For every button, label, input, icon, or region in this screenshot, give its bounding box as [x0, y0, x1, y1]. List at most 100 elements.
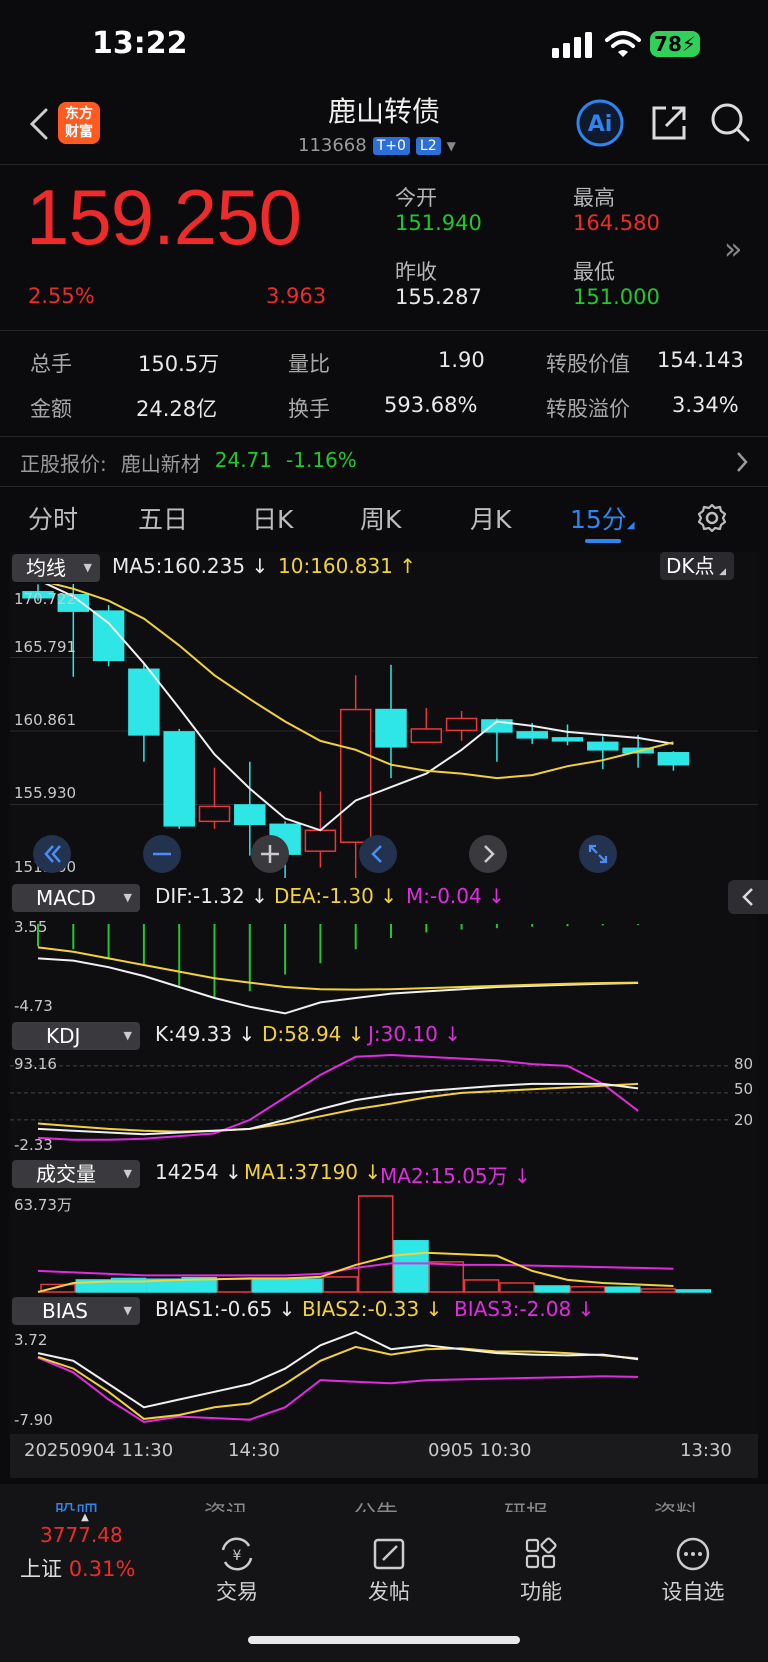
kdj-dropdown[interactable]: KDJ ▼	[12, 1022, 140, 1050]
bias-dropdown[interactable]: BIAS ▼	[12, 1297, 140, 1325]
high-value: 164.580	[573, 211, 660, 235]
prev-close-value: 155.287	[395, 285, 482, 309]
volume-bar	[357, 1195, 394, 1293]
page-title: 鹿山转债	[327, 95, 440, 128]
tab-news[interactable]: 资讯	[204, 1496, 248, 1512]
k-legend: K:49.33 ↓	[155, 1022, 256, 1046]
tab-announcements[interactable]: 公告	[354, 1496, 398, 1512]
active-tab-indicator	[585, 539, 621, 543]
kdj-chart[interactable]	[10, 1052, 758, 1152]
high-label: 最高	[573, 186, 615, 210]
bias-axis-top: 3.72	[14, 1331, 48, 1349]
tab-intraday[interactable]: 分时	[28, 500, 78, 536]
volume-chart[interactable]	[10, 1190, 758, 1294]
post-button[interactable]: 发帖	[334, 1536, 444, 1606]
zoom-out-button[interactable]	[142, 834, 182, 874]
wifi-icon	[605, 31, 641, 57]
candle-body	[375, 708, 407, 748]
trade-icon: ¥	[221, 1537, 253, 1571]
dk-point-button[interactable]: DK点 ◢	[660, 552, 734, 580]
volume-bar	[675, 1289, 712, 1293]
ma-dropdown[interactable]: 均线 ▼	[12, 554, 100, 582]
index-name: 上证	[20, 1557, 62, 1581]
zoom-in-button[interactable]	[250, 834, 290, 874]
tab-reports[interactable]: 研报	[504, 1496, 548, 1512]
underlying-label: 正股报价:	[20, 452, 107, 476]
price-axis-1: 165.791	[14, 638, 77, 656]
scroll-right-button[interactable]	[468, 834, 508, 874]
kdj-level-80: 80	[734, 1055, 754, 1073]
dea-legend: DEA:-1.30 ↓	[274, 884, 397, 908]
edit-icon	[373, 1538, 405, 1570]
change-percent: 2.55%	[28, 284, 95, 308]
candle-body	[551, 737, 584, 742]
ai-assistant-button[interactable]: Ai	[576, 99, 624, 147]
macd-dropdown[interactable]: MACD ▼	[12, 884, 140, 912]
fullscreen-button[interactable]	[578, 834, 618, 874]
trade-button[interactable]: ¥ 交易	[182, 1536, 292, 1606]
search-icon[interactable]	[708, 100, 752, 144]
tab-weekly[interactable]: 周K	[360, 500, 401, 536]
tab-five-day[interactable]: 五日	[138, 500, 188, 536]
tab-forum[interactable]: 股吧	[54, 1496, 98, 1512]
kdj-level-50: 50	[734, 1080, 754, 1098]
conversion-premium: 3.34%	[672, 393, 739, 417]
tab-monthly[interactable]: 月K	[470, 500, 511, 536]
more-chevron-icon[interactable]: »	[724, 232, 742, 267]
low-label: 最低	[573, 260, 615, 284]
price-axis-3: 155.930	[14, 784, 77, 802]
chevron-right-icon[interactable]	[734, 450, 750, 474]
share-icon[interactable]	[648, 102, 690, 144]
period-tabs: 分时 五日 日K 周K 月K 15分◢	[0, 488, 768, 548]
kdj-level-20: 20	[734, 1111, 754, 1129]
volume-value: 150.5万	[138, 352, 220, 376]
add-watchlist-button[interactable]: 设自选	[638, 1536, 748, 1606]
bias1-line	[37, 1330, 639, 1409]
price-axis-0: 170.722	[14, 590, 77, 608]
scroll-left-fast-button[interactable]	[32, 834, 72, 874]
index-pct: 0.31%	[68, 1557, 136, 1581]
bias2-line	[37, 1345, 639, 1420]
d-legend: D:58.94 ↓	[262, 1022, 365, 1046]
home-indicator	[248, 1636, 520, 1644]
scroll-left-button[interactable]	[358, 834, 398, 874]
vol-ma2-legend: MA2:15.05万 ↓	[380, 1164, 531, 1188]
candle-body	[587, 741, 619, 751]
candle-body	[128, 668, 160, 736]
ma5-legend: MA5:160.235 ↓	[112, 554, 269, 578]
settings-gear-icon[interactable]	[696, 502, 728, 534]
back-icon[interactable]	[20, 104, 60, 144]
volume-axis-max: 63.73万	[14, 1196, 72, 1214]
underlying-stock-row[interactable]: 正股报价: 鹿山新材 24.71 -1.16%	[20, 448, 357, 477]
security-code-row[interactable]: 113668 T+0 L2 ▼	[298, 135, 456, 156]
conversion-value: 154.143	[657, 348, 744, 372]
battery-icon: 78⚡	[650, 31, 700, 57]
bias3-line	[37, 1356, 639, 1424]
bias-axis-bottom: -7.90	[14, 1411, 53, 1429]
macd-axis-bottom: -4.73	[14, 997, 53, 1015]
tab-profile[interactable]: 资料	[654, 1496, 698, 1512]
time-axis-1: 14:30	[228, 1440, 280, 1461]
status-bar: 13:22 78⚡	[0, 0, 768, 90]
ma10-legend: 10:160.831 ↑	[278, 554, 417, 578]
volume-now-legend: 14254 ↓	[155, 1160, 242, 1184]
bias1-legend: BIAS1:-0.65 ↓	[155, 1297, 296, 1321]
volume-label: 总手	[30, 352, 72, 376]
bias-chart[interactable]	[10, 1328, 758, 1432]
index-ticker[interactable]: ▲ 3777.48 上证 0.31%	[20, 1512, 150, 1583]
functions-button[interactable]: 功能	[486, 1536, 596, 1606]
tab-daily[interactable]: 日K	[252, 500, 293, 536]
collapse-panel-button[interactable]	[728, 880, 768, 914]
candle-body	[234, 804, 266, 826]
amount-value: 24.28亿	[136, 397, 218, 421]
price-axis-2: 160.861	[14, 711, 77, 729]
tab-15min[interactable]: 15分◢	[570, 500, 635, 536]
kdj-d-line	[37, 1082, 639, 1133]
volume-dropdown[interactable]: 成交量 ▼	[12, 1160, 140, 1188]
macd-chart[interactable]	[10, 914, 758, 1018]
index-value: 3777.48	[40, 1523, 123, 1547]
volume-bar	[393, 1240, 429, 1293]
security-code: 113668	[298, 135, 367, 156]
turnover-value: 593.68%	[384, 393, 478, 417]
dif-line	[37, 957, 639, 1015]
